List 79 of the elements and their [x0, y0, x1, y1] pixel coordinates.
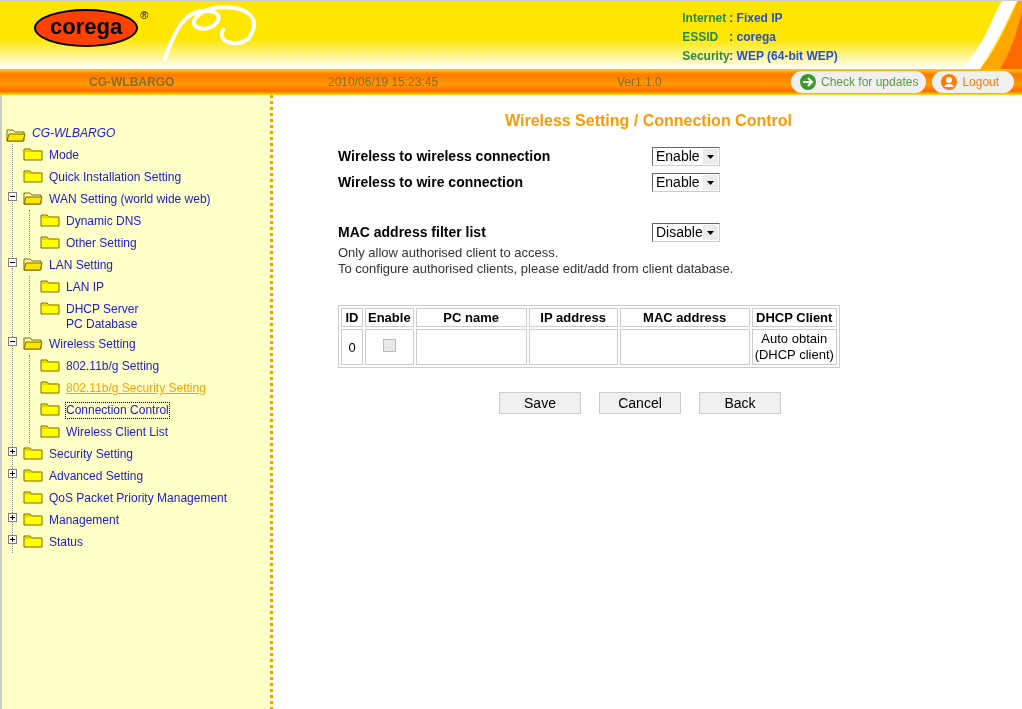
folder-icon — [40, 358, 60, 372]
tree-item[interactable]: Status — [48, 534, 85, 551]
page-title: Wireless Setting / Connection Control — [505, 112, 793, 130]
folder-icon — [23, 191, 43, 205]
action-button[interactable]: Cancel — [599, 392, 681, 414]
tree-item[interactable]: Quick Installation Setting — [48, 169, 183, 186]
tree-item[interactable]: Management — [48, 512, 121, 529]
folder-icon — [40, 213, 60, 227]
info-value: : Fixed IP — [729, 11, 783, 27]
folder-icon — [6, 127, 26, 142]
info-label: Internet — [682, 11, 728, 27]
tree-item[interactable]: Connection Control — [65, 402, 170, 419]
column-header: MAC address — [619, 308, 750, 327]
info-label: ESSID — [682, 30, 720, 46]
tree-item[interactable]: Security Setting — [48, 446, 135, 463]
column-header: ID — [341, 308, 363, 327]
expand-icon[interactable] — [8, 513, 19, 524]
tree-item[interactable]: Wireless Client List — [65, 424, 170, 441]
info-value: : corega — [729, 30, 776, 46]
tree-item[interactable]: 802.11b/g Setting — [65, 358, 161, 375]
folder-icon — [23, 147, 43, 161]
action-button[interactable]: Save — [499, 392, 581, 414]
column-header: DHCP Client — [751, 308, 837, 327]
tree-item[interactable]: Mode — [48, 147, 81, 164]
folder-icon — [23, 169, 43, 183]
tree-item[interactable]: LAN Setting — [48, 257, 115, 274]
help-text: To configure authorised clients, please edit/add from client database. — [338, 261, 735, 277]
tree-item[interactable]: DHCP Server PC Database — [65, 301, 140, 333]
folder-icon — [23, 534, 43, 548]
table-cell: Auto obtain (DHCP client) — [751, 329, 837, 365]
folder-icon — [40, 424, 60, 438]
dropdown[interactable]: Enable — [652, 146, 720, 166]
folder-icon — [40, 279, 60, 293]
tree-item[interactable]: Advanced Setting — [48, 468, 145, 485]
device-name: CG-WLBARGO — [89, 75, 176, 89]
registered-mark: ® — [140, 9, 149, 21]
expand-icon[interactable] — [8, 447, 19, 458]
dropdown[interactable]: Enable — [652, 172, 720, 192]
expand-icon[interactable] — [8, 535, 19, 546]
tree-item[interactable]: QoS Packet Priority Management — [48, 490, 229, 507]
folder-icon — [23, 257, 43, 271]
tree-item[interactable]: LAN IP — [65, 279, 105, 296]
logo: corega — [34, 9, 139, 47]
folder-icon — [23, 468, 43, 482]
action-button[interactable]: Back — [699, 392, 781, 414]
tree-root-label[interactable]: CG-WLBARGO — [32, 126, 116, 140]
caret-icon — [703, 148, 718, 164]
column-header: PC name — [415, 308, 527, 327]
folder-icon — [23, 446, 43, 460]
folder-icon — [40, 380, 60, 394]
firmware-version: Ver1.1.0 — [617, 75, 663, 89]
user-icon — [940, 73, 959, 91]
table-cell: 0 — [341, 329, 363, 365]
tree-item[interactable]: Wireless Setting — [48, 336, 137, 353]
folder-icon — [40, 402, 60, 416]
caret-icon — [703, 174, 718, 190]
column-header: IP address — [528, 308, 618, 327]
caret-icon — [703, 224, 718, 240]
tree-item[interactable]: Other Setting — [65, 235, 138, 252]
column-header: Enable — [365, 308, 414, 327]
help-text: Only allow authorised client to access. — [338, 245, 560, 261]
info-value: : WEP (64-bit WEP) — [729, 49, 838, 65]
tree-item[interactable]: Dynamic DNS — [65, 213, 143, 230]
arcs-drawing — [962, 1, 1022, 69]
folder-icon — [23, 490, 43, 504]
folder-icon — [40, 301, 60, 315]
collapse-icon[interactable] — [8, 192, 19, 203]
date-time: 2010/06/19 15:23:45 — [328, 75, 440, 89]
expand-icon[interactable] — [8, 469, 19, 480]
dropdown[interactable]: Disable — [652, 222, 720, 242]
folder-icon — [23, 336, 43, 350]
collapse-icon[interactable] — [8, 337, 19, 348]
tree-item[interactable]: WAN Setting (world wide web) — [48, 191, 212, 208]
collapse-icon[interactable] — [8, 258, 19, 269]
setting-label: Wireless to wire connection — [338, 174, 525, 190]
setting-label: MAC address filter list — [338, 224, 487, 240]
setting-label: Wireless to wireless connection — [338, 148, 552, 164]
folder-icon — [23, 512, 43, 526]
folder-icon — [40, 235, 60, 249]
